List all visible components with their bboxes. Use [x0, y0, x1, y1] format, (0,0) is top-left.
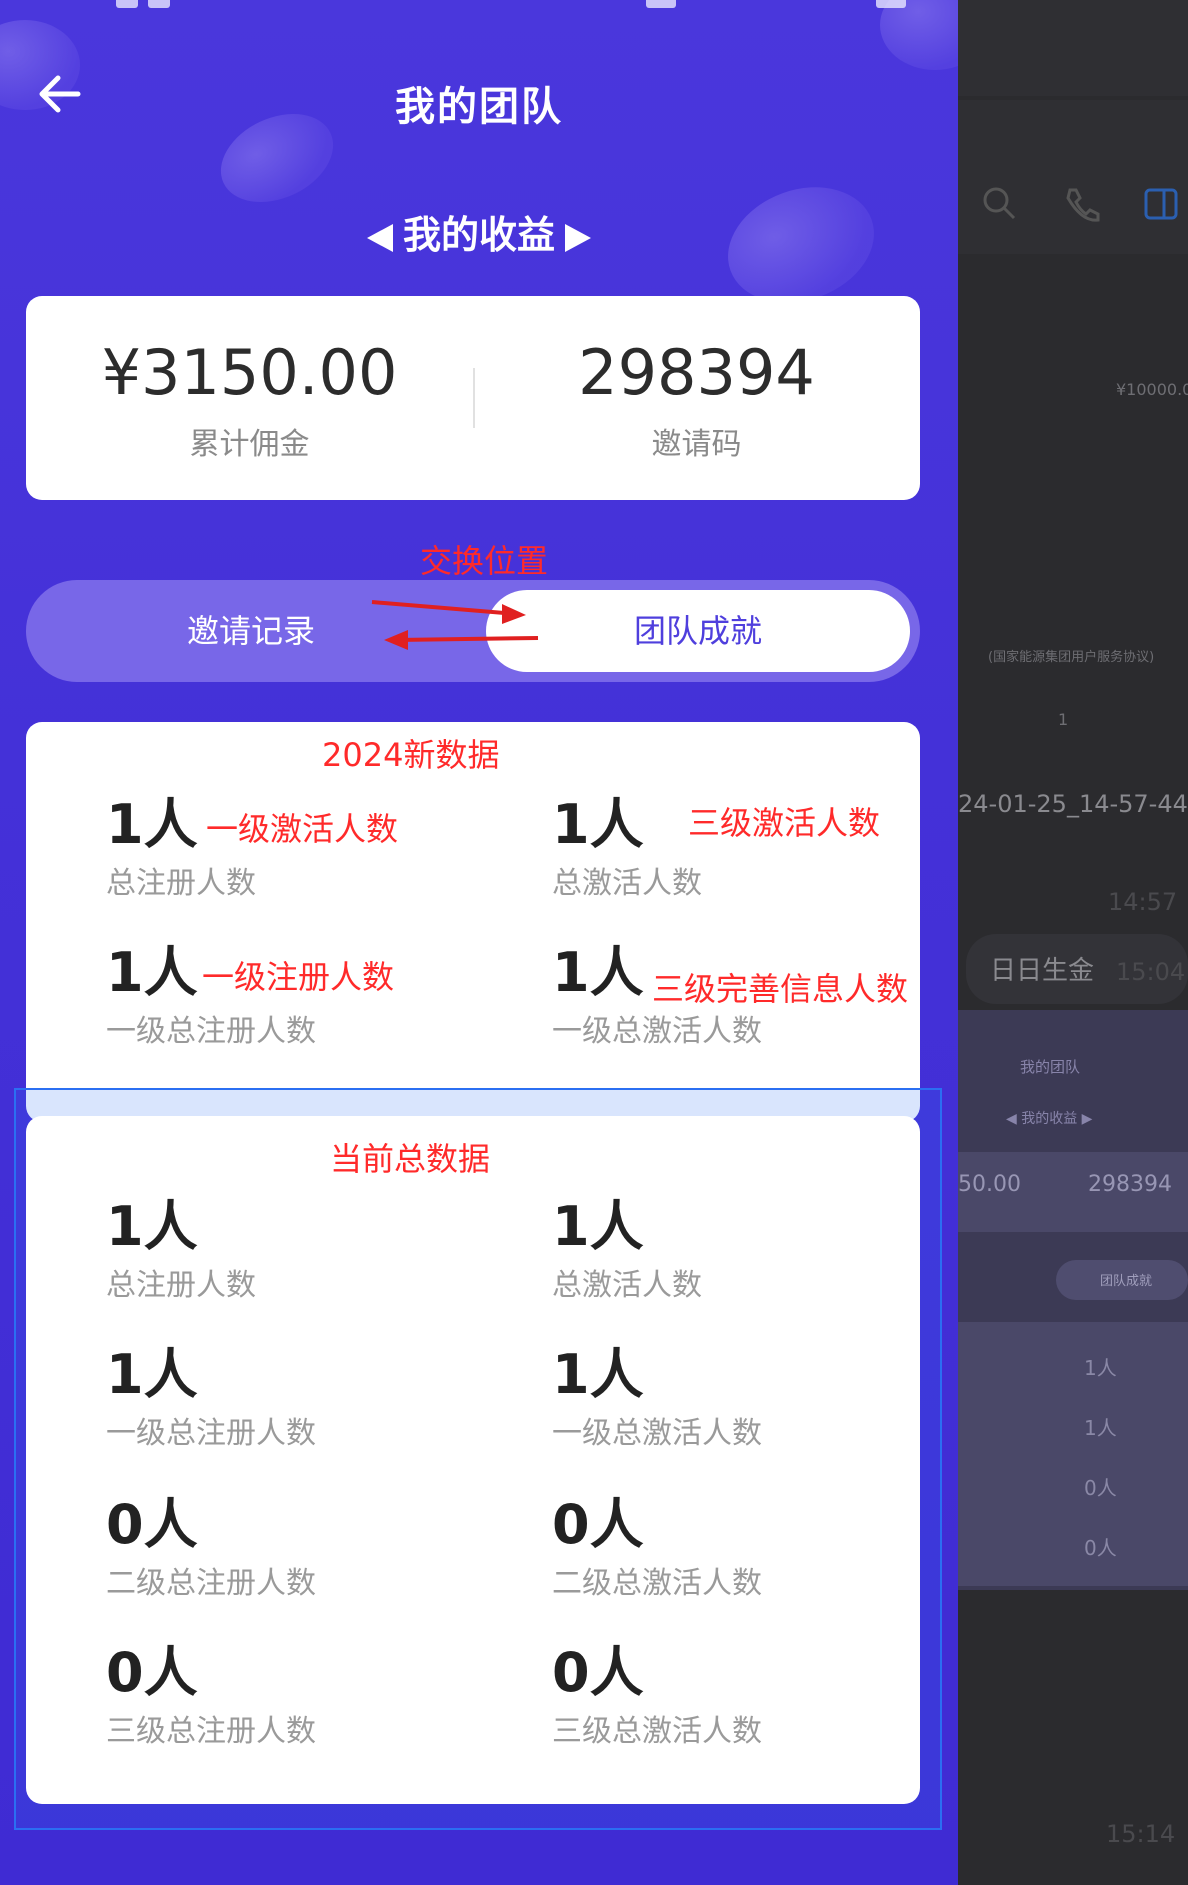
stat-value: 0人: [552, 1641, 644, 1704]
side-chat-bubble: 日日生金 15:04: [966, 934, 1188, 1004]
stat-level3-registered: 0人 三级总注册人数: [106, 1642, 466, 1750]
status-bar: [0, 0, 958, 12]
annotation-level3-info: 三级完善信息人数: [652, 970, 909, 1008]
background-app-panel: ¥10000.0 (国家能源集团用户服务协议) 1 24-01-25_14-57…: [958, 0, 1188, 1885]
stat-level2-registered: 0人 二级总注册人数: [106, 1494, 466, 1602]
stat-value: 0人: [552, 1493, 644, 1556]
side-link-text: (国家能源集团用户服务协议): [988, 650, 1155, 665]
phone-icon: [1066, 188, 1100, 222]
stat-value: 1人: [552, 1343, 644, 1406]
stat-total-activated: 1人 总激活人数: [552, 1196, 912, 1304]
stat-value: 1人: [106, 1195, 198, 1258]
invite-code-block[interactable]: 298394 邀请码: [473, 296, 920, 463]
side-file-name: 24-01-25_14-57-44.p: [958, 790, 1188, 818]
status-icon: [148, 0, 170, 8]
stats-total-card: 1人 总注册人数 1人 总激活人数 1人 一级总注册人数 1人 一级总激活人数 …: [26, 1116, 920, 1804]
commission-block: ¥3150.00 累计佣金: [26, 296, 473, 463]
annotation-new-data: 2024新数据: [322, 736, 500, 774]
side-toolbar: [958, 100, 1188, 254]
stat-label: 一级总注册人数: [106, 1416, 316, 1451]
stat-label: 总注册人数: [106, 1268, 256, 1303]
tab-team-achievements[interactable]: 团队成就: [486, 590, 910, 672]
side-header: [958, 0, 1188, 96]
invite-code-value: 298394: [578, 336, 815, 409]
stat-label: 一级总注册人数: [106, 1014, 316, 1049]
stat-value: 1人: [106, 1343, 198, 1406]
sidebar-icon: [1144, 188, 1178, 220]
side-mini-card: 50.00 298394: [958, 1152, 1188, 1232]
stat-total-registered: 1人 总注册人数: [106, 1196, 466, 1304]
commission-value: ¥3150.00: [101, 336, 398, 409]
side-mini-switch: ◀ 我的收益 ▶: [1006, 1111, 1093, 1127]
status-icon: [646, 0, 676, 8]
side-counter: 1: [1058, 710, 1069, 729]
side-mini-code: 298394: [1088, 1172, 1172, 1197]
stat-level2-activated: 0人 二级总激活人数: [552, 1494, 912, 1602]
stat-label: 一级总激活人数: [552, 1416, 762, 1451]
stat-label: 一级总激活人数: [552, 1014, 762, 1049]
stat-label: 二级总注册人数: [106, 1566, 316, 1601]
side-mini-stat: 0人: [1084, 1476, 1117, 1500]
status-icon: [116, 0, 138, 8]
stat-value: 0人: [106, 1641, 198, 1704]
stat-level3-activated: 0人 三级总激活人数: [552, 1642, 912, 1750]
annotation-swap: 交换位置: [420, 542, 549, 580]
invite-code-label: 邀请码: [651, 427, 742, 462]
side-file-block: 24-01-25_14-57-44.p 14:57: [958, 760, 1188, 930]
commission-label: 累计佣金: [189, 427, 310, 462]
stat-value: 0人: [106, 1493, 198, 1556]
annotation-level3-active: 三级激活人数: [688, 804, 881, 842]
side-mini-title: 我的团队: [1020, 1058, 1081, 1076]
status-icon: [876, 0, 906, 8]
side-amount: ¥10000.0: [1116, 380, 1188, 399]
triangle-left-icon[interactable]: [366, 223, 393, 252]
stat-label: 三级总激活人数: [552, 1714, 762, 1749]
stat-level1-registered: 1人 一级总注册人数: [106, 1344, 466, 1452]
side-mini-stat: 0人: [1084, 1536, 1117, 1560]
stat-label: 总注册人数: [106, 866, 256, 901]
earnings-card: ¥3150.00 累计佣金 298394 邀请码: [26, 296, 920, 500]
stat-level1-activated: 1人 一级总激活人数: [552, 1344, 912, 1452]
side-time: 14:57: [1108, 888, 1178, 916]
side-mini-screenshot: 我的团队 ◀ 我的收益 ▶ 50.00 298394 团队成就 1人 1人 0人…: [958, 1010, 1188, 1590]
side-time: 15:14: [1106, 1820, 1176, 1848]
stats-2024-card: 1人 总注册人数 1人 总激活人数 1人 一级总注册人数 1人 一级总激活人数: [26, 722, 920, 1122]
side-mini-stat: 1人: [1084, 1356, 1117, 1380]
annotation-level1-register: 一级注册人数: [202, 958, 395, 996]
side-time: 15:04: [1116, 958, 1186, 986]
stat-label: 三级总注册人数: [106, 1714, 316, 1749]
triangle-right-icon[interactable]: [565, 223, 591, 252]
earnings-switcher-label: 我的收益: [402, 213, 555, 257]
side-mini-stat: 1人: [1084, 1416, 1117, 1440]
side-mini-stats: 1人 1人 0人 0人: [958, 1322, 1188, 1586]
stat-value: 1人: [552, 1195, 644, 1258]
stat-label: 总激活人数: [552, 866, 702, 901]
annotation-current-total: 当前总数据: [330, 1140, 491, 1178]
search-icon: [983, 187, 1016, 220]
earnings-switcher[interactable]: 我的收益: [0, 204, 958, 259]
phone-screen: 我的团队 我的收益 ¥3150.00 累计佣金 298394 邀请码 邀请记录 …: [0, 0, 958, 1885]
side-mini-tab-label: 团队成就: [1100, 1274, 1153, 1289]
page-title: 我的团队: [395, 84, 563, 130]
side-mini-tab: 团队成就: [1056, 1260, 1188, 1300]
stat-label: 总激活人数: [552, 1268, 702, 1303]
stat-label: 二级总激活人数: [552, 1566, 762, 1601]
side-chat-text: 日日生金: [990, 956, 1095, 986]
side-mini-amount: 50.00: [958, 1172, 1021, 1197]
annotation-level1-active: 一级激活人数: [206, 810, 399, 848]
swap-arrows-icon: [371, 600, 539, 650]
